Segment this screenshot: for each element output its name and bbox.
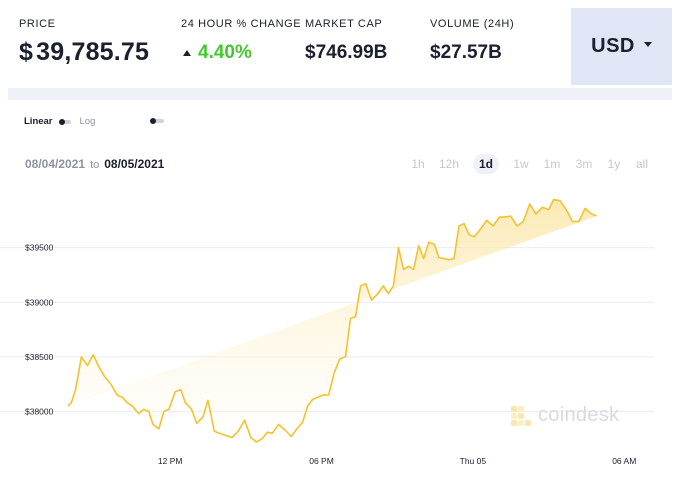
change-label: 24 HOUR % CHANGE (181, 18, 302, 30)
currency-selector-button[interactable]: USD (571, 8, 672, 85)
period-1m[interactable]: 1m (544, 154, 561, 174)
caret-down-icon (643, 42, 652, 47)
period-1h[interactable]: 1h (411, 154, 424, 174)
change-stat: 24 HOUR % CHANGE 4.40% (181, 18, 301, 64)
market-cap-stat: MARKET CAP $746.99B (305, 18, 387, 64)
x-tick-label: 06 AM (612, 456, 636, 466)
price-value: $39,785.75 (19, 38, 149, 67)
x-tick-label: 12 PM (158, 456, 183, 466)
toggle-knob-icon (150, 118, 156, 124)
coindesk-watermark: coindesk (510, 404, 619, 427)
price-chart[interactable]: $38000 $38500 $39000 $39500 12 PM 06 PM Thu 0… (0, 180, 680, 480)
period-1d[interactable]: 1d (472, 154, 500, 174)
price-label: PRICE (19, 18, 56, 30)
scale-toggle: Linear Log (24, 116, 95, 127)
volume-stat: VOLUME (24H) $27.57B (430, 18, 514, 64)
x-tick-label: 06 PM (309, 456, 334, 466)
price-currency-symbol: $ (19, 38, 34, 66)
change-percent: 4.40% (198, 42, 252, 63)
scale-toggle-switch[interactable] (58, 118, 71, 125)
coindesk-logo-icon (511, 405, 531, 426)
y-tick-label: $38000 (25, 406, 54, 416)
y-axis-labels: $38000 $38500 $39000 $39500 (25, 243, 54, 417)
y-tick-label: $39000 (25, 297, 54, 307)
market-cap-label: MARKET CAP (305, 18, 383, 30)
currency-value: USD (591, 35, 635, 57)
toggle-knob-icon (58, 118, 65, 125)
watermark-text: coindesk (538, 404, 620, 426)
secondary-toggle-switch[interactable] (150, 118, 164, 124)
x-axis-labels: 12 PM 06 PM Thu 05 06 AM (158, 456, 636, 466)
period-1y[interactable]: 1y (608, 154, 621, 174)
up-arrow-icon (183, 50, 191, 56)
scale-log-option[interactable]: Log (80, 116, 96, 127)
y-tick-label: $39500 (25, 243, 54, 253)
period-1w[interactable]: 1w (513, 154, 528, 174)
change-value: 4.40% (181, 42, 301, 64)
header-divider (8, 88, 672, 100)
period-all[interactable]: all (636, 154, 648, 174)
period-3m[interactable]: 3m (576, 154, 593, 174)
period-selector: 1h 12h 1d 1w 1m 3m 1y all (0, 154, 680, 174)
y-tick-label: $38500 (25, 352, 54, 362)
volume-label: VOLUME (24H) (430, 18, 515, 30)
market-cap-value: $746.99B (305, 42, 388, 63)
volume-value: $27.57B (430, 42, 502, 63)
scale-linear-option[interactable]: Linear (24, 116, 53, 127)
price-stat: PRICE $39,785.75 (19, 18, 149, 67)
period-12h[interactable]: 12h (439, 154, 459, 174)
x-tick-label: Thu 05 (460, 456, 487, 466)
price-amount: 39,785.75 (36, 38, 150, 66)
